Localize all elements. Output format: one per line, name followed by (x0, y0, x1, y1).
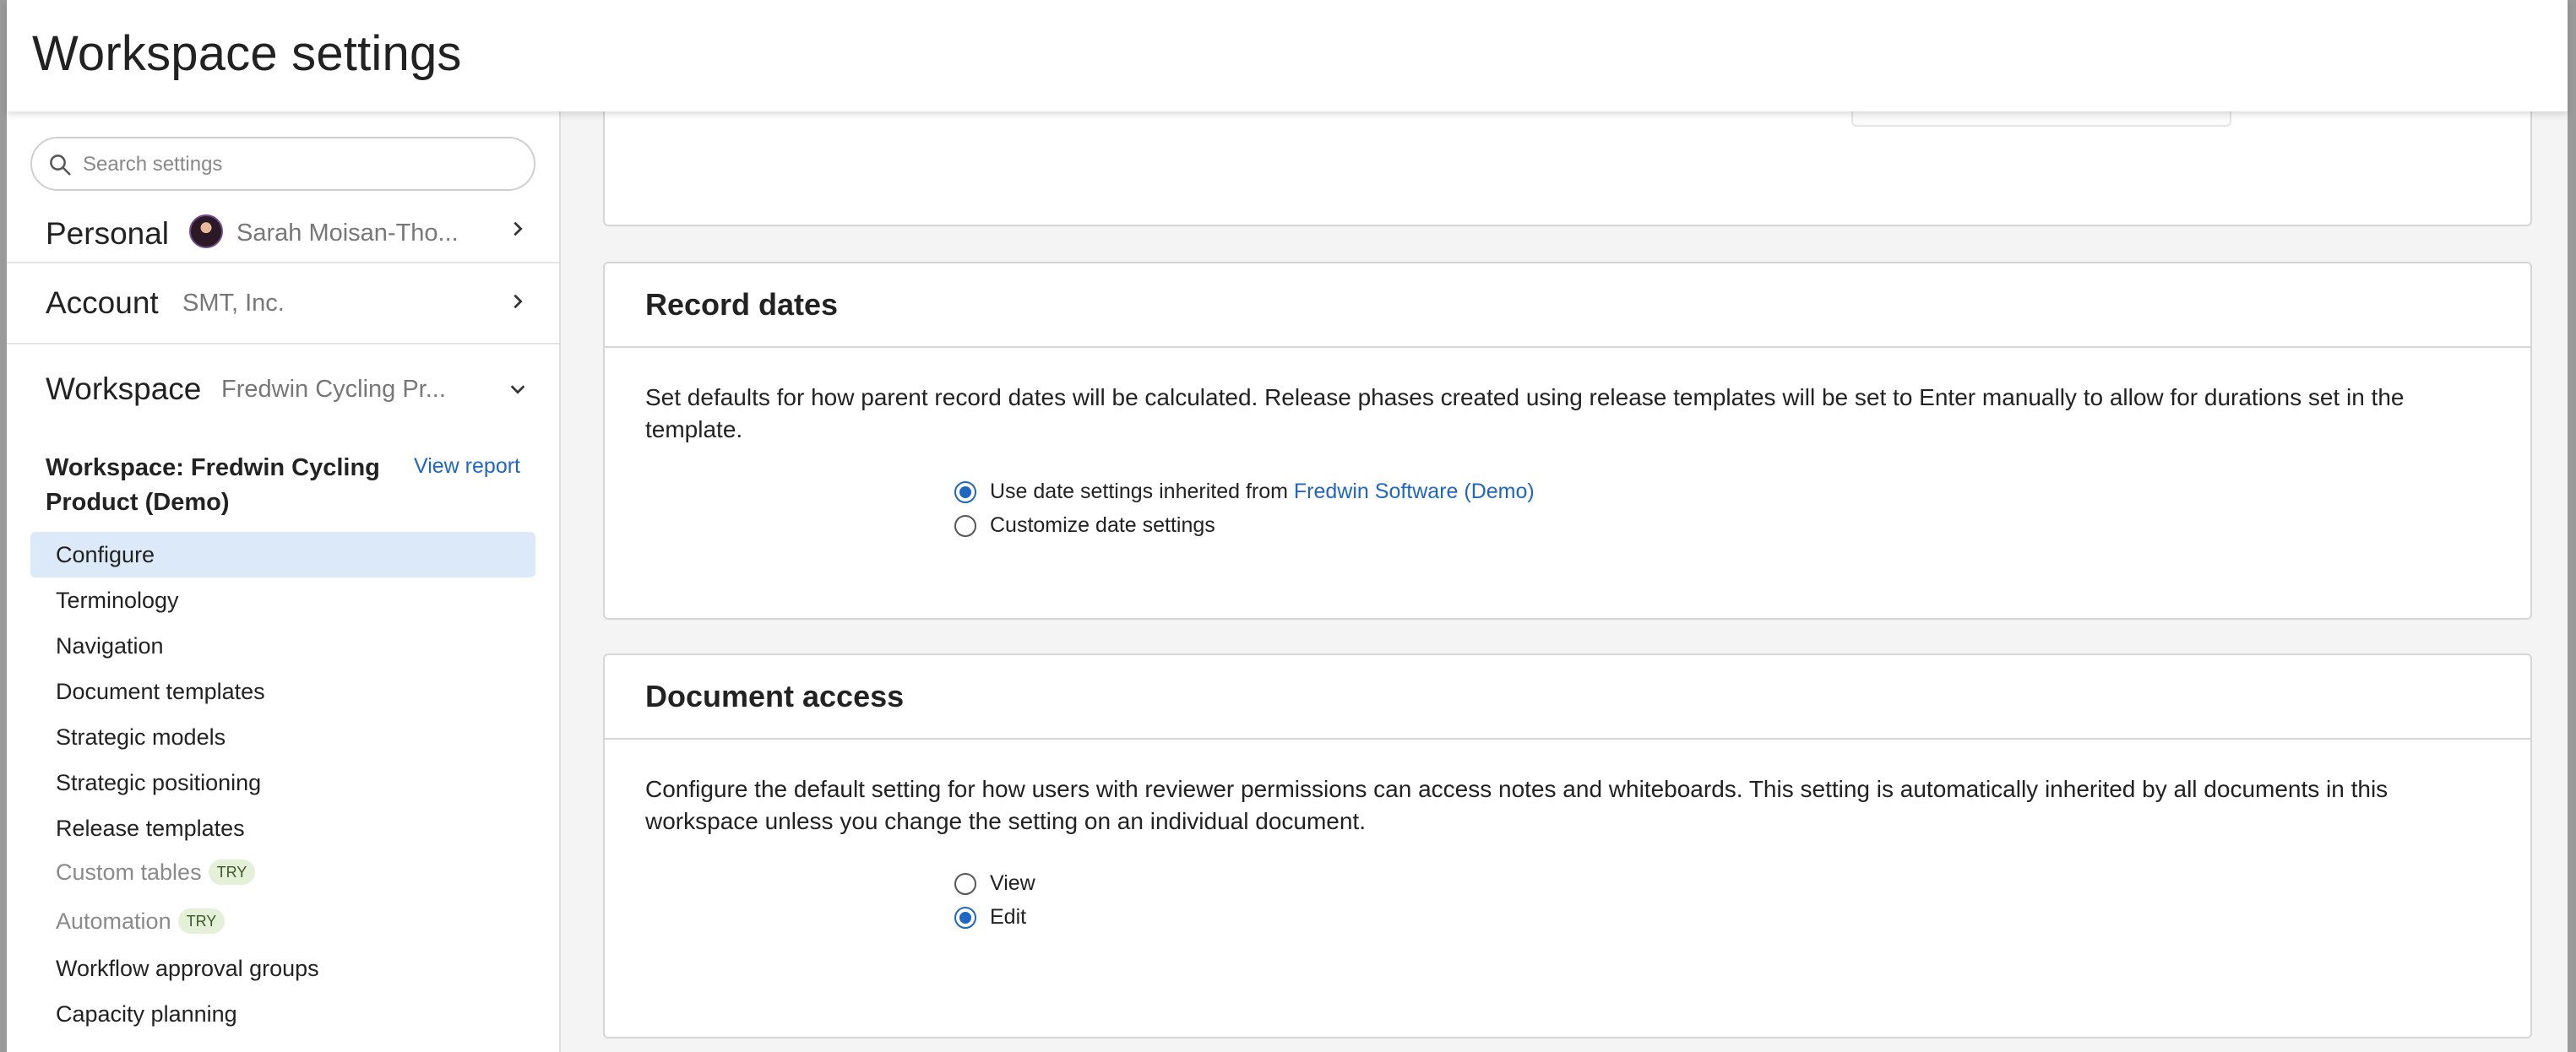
record-dates-title: Record dates (645, 287, 839, 322)
nav-item-automation[interactable]: Automation TRY (30, 898, 535, 944)
document-access-header: Document access (605, 655, 2530, 740)
nav-item-label: Automation (56, 908, 171, 934)
section-workspace[interactable]: Workspace Fredwin Cycling Pr... (7, 344, 559, 432)
radio-button[interactable] (954, 515, 976, 537)
section-account[interactable]: Account SMT, Inc. (7, 263, 559, 344)
section-personal-title: Personal (46, 216, 170, 251)
radio-button-selected[interactable] (954, 907, 976, 929)
section-personal[interactable]: Personal Sarah Moisan-Tho... (7, 199, 559, 263)
radio-edit-label: Edit (990, 905, 1027, 929)
section-workspace-title: Workspace (46, 371, 202, 406)
nav-item-strategic-positioning[interactable]: Strategic positioning (30, 760, 535, 805)
radio-button[interactable] (954, 873, 976, 895)
nav-item-capacity-planning[interactable]: Capacity planning (30, 991, 535, 1037)
section-workspace-subtitle: Fredwin Cycling Pr... (221, 376, 446, 403)
nav-item-document-templates[interactable]: Document templates (30, 669, 535, 714)
section-account-subtitle: SMT, Inc. (182, 290, 285, 317)
document-access-description: Configure the default setting for how us… (645, 776, 2389, 834)
nav-item-strategic-models[interactable]: Strategic models (30, 714, 535, 760)
chevron-right-icon (514, 294, 523, 309)
workspace-settings-modal: Workspace settings Personal Sarah Moisan… (7, 0, 2568, 1052)
radio-button-selected[interactable] (954, 481, 976, 503)
radio-view-label: View (990, 871, 1035, 895)
inherited-workspace-link[interactable]: Fredwin Software (Demo) (1294, 480, 1535, 503)
try-badge: TRY (177, 908, 226, 934)
radio-inherited-label: Use date settings inherited from Fredwin… (990, 480, 1535, 504)
chevron-down-icon (510, 385, 525, 394)
section-account-title: Account (46, 285, 159, 320)
radio-customize-label: Customize date settings (990, 513, 1215, 537)
nav-item-configure[interactable]: Configure (30, 532, 535, 578)
record-dates-description: Set defaults for how parent record dates… (645, 384, 2405, 442)
radio-inherited-text: Use date settings inherited from (990, 480, 1294, 503)
page-title: Workspace settings (32, 26, 462, 81)
avatar (189, 214, 223, 248)
search-box[interactable] (30, 137, 535, 191)
document-access-panel: Document access Configure the default se… (603, 653, 2532, 1038)
nav-item-navigation[interactable]: Navigation (30, 623, 535, 669)
settings-sidebar: Personal Sarah Moisan-Tho... Account SMT… (7, 111, 561, 1052)
nav-item-label: Custom tables (56, 859, 202, 885)
nav-item-workflow-approval-groups[interactable]: Workflow approval groups (30, 946, 535, 991)
workspace-heading: Workspace: Fredwin Cycling Product (Demo… (46, 454, 380, 516)
nav-item-custom-tables[interactable]: Custom tables TRY (30, 849, 535, 895)
nav-item-release-templates[interactable]: Release templates (30, 805, 535, 851)
chevron-right-icon (514, 221, 523, 236)
document-access-title: Document access (645, 679, 905, 713)
section-personal-subtitle: Sarah Moisan-Tho... (236, 220, 459, 247)
view-report-link[interactable]: View report (414, 454, 520, 479)
nav-item-terminology[interactable]: Terminology (30, 578, 535, 623)
record-dates-header: Record dates (605, 263, 2530, 348)
search-icon (50, 155, 71, 176)
modal-header: Workspace settings (7, 0, 2568, 111)
search-input[interactable] (83, 147, 522, 182)
record-dates-panel: Record dates Set defaults for how parent… (603, 262, 2532, 620)
try-badge: TRY (208, 859, 256, 885)
